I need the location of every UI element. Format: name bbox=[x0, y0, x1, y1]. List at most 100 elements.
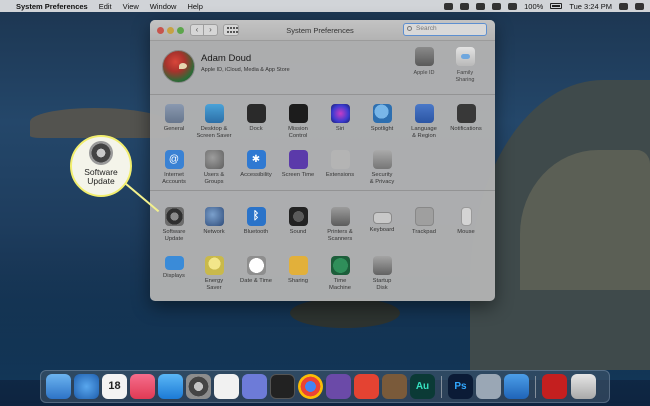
pref-mouse[interactable]: Mouse bbox=[444, 207, 488, 236]
pref-software-update[interactable]: Software Update bbox=[152, 207, 196, 243]
bluetooth-status-icon[interactable] bbox=[492, 2, 502, 10]
pref-siri[interactable]: Siri bbox=[318, 104, 362, 133]
battery-icon[interactable] bbox=[550, 3, 563, 9]
disk-icon bbox=[372, 256, 392, 275]
photoshop-icon[interactable]: Ps bbox=[448, 374, 473, 399]
dropbox-icon[interactable] bbox=[460, 2, 470, 10]
dock: 18 Au Ps bbox=[40, 370, 610, 403]
pref-startup-disk[interactable]: Startup Disk bbox=[360, 256, 404, 292]
pref-desktop[interactable]: Desktop & Screen Saver bbox=[192, 104, 236, 140]
onedrive-icon[interactable] bbox=[504, 374, 529, 399]
language-flag-icon bbox=[414, 104, 434, 123]
system-preferences-icon[interactable] bbox=[186, 374, 211, 399]
pref-dock[interactable]: Dock bbox=[234, 104, 278, 133]
pref-label: General bbox=[163, 126, 185, 132]
battery-percent[interactable]: 100% bbox=[524, 2, 543, 11]
pref-label: Time Machine bbox=[329, 278, 351, 291]
account-name[interactable]: Adam Doud bbox=[201, 53, 251, 64]
trash-icon[interactable] bbox=[571, 374, 596, 399]
pref-time-machine[interactable]: Time Machine bbox=[318, 256, 362, 292]
display-icon bbox=[164, 256, 184, 270]
guitar-icon[interactable] bbox=[382, 374, 407, 399]
finder-icon[interactable] bbox=[46, 374, 71, 399]
pref-label: Printers & Scanners bbox=[327, 229, 353, 242]
pref-sound[interactable]: Sound bbox=[276, 207, 320, 236]
control-list-icon[interactable] bbox=[635, 2, 644, 10]
mouse-icon bbox=[460, 207, 472, 226]
forward-button[interactable]: › bbox=[204, 24, 218, 36]
pref-accessibility[interactable]: ✱ Accessibility bbox=[234, 150, 278, 179]
discord-icon[interactable] bbox=[242, 374, 267, 399]
search-status-icon[interactable] bbox=[619, 2, 628, 10]
menu-app-name[interactable]: System Preferences bbox=[16, 2, 88, 11]
pref-network[interactable]: Network bbox=[192, 207, 236, 236]
pref-internet-accounts[interactable]: @ Internet Accounts bbox=[152, 150, 196, 186]
pref-apple-id[interactable]: Apple ID bbox=[404, 47, 444, 77]
slack-icon[interactable] bbox=[214, 374, 239, 399]
menu-clock[interactable]: Tue 3:24 PM bbox=[569, 2, 612, 11]
safari-icon[interactable] bbox=[74, 374, 99, 399]
accessibility-icon: ✱ bbox=[246, 150, 266, 169]
pref-users-groups[interactable]: Users & Groups bbox=[192, 150, 236, 186]
close-window-button[interactable] bbox=[157, 27, 164, 34]
audition-icon[interactable]: Au bbox=[410, 374, 435, 399]
music-icon[interactable] bbox=[130, 374, 155, 399]
pref-label: Energy Saver bbox=[204, 278, 224, 291]
pref-spotlight[interactable]: Spotlight bbox=[360, 104, 404, 133]
pref-screen-time[interactable]: Screen Time bbox=[276, 150, 320, 179]
pdf-document-icon[interactable] bbox=[542, 374, 567, 399]
app-store-icon[interactable] bbox=[158, 374, 183, 399]
pref-energy-saver[interactable]: Energy Saver bbox=[192, 256, 236, 292]
pref-family-sharing[interactable]: Family Sharing bbox=[445, 47, 485, 84]
pref-date-time[interactable]: Date & Time bbox=[234, 256, 278, 285]
pref-label: Language & Region bbox=[411, 126, 437, 139]
calendar-icon[interactable]: 18 bbox=[102, 374, 127, 399]
wifi-icon[interactable] bbox=[508, 2, 518, 10]
chrome-icon[interactable] bbox=[298, 374, 323, 399]
pref-sharing[interactable]: Sharing bbox=[276, 256, 320, 285]
network-utility-icon[interactable] bbox=[476, 374, 501, 399]
avatar[interactable] bbox=[162, 50, 195, 83]
clock-icon bbox=[246, 256, 266, 275]
zoom-window-button[interactable] bbox=[177, 27, 184, 34]
search-input[interactable]: Search bbox=[403, 23, 487, 36]
back-button[interactable]: ‹ bbox=[190, 24, 204, 36]
bbedit-icon[interactable] bbox=[326, 374, 351, 399]
menu-view[interactable]: View bbox=[123, 2, 139, 11]
creative-cloud-icon[interactable] bbox=[444, 2, 454, 10]
menu-help[interactable]: Help bbox=[187, 2, 202, 11]
pref-extensions[interactable]: Extensions bbox=[318, 150, 362, 179]
show-all-grid-button[interactable] bbox=[223, 24, 239, 36]
minimize-window-button[interactable] bbox=[167, 27, 174, 34]
notifications-icon bbox=[456, 104, 476, 123]
airplay-icon[interactable] bbox=[476, 2, 486, 10]
bluetooth-icon: ᛒ bbox=[246, 207, 266, 226]
pref-printers-scanners[interactable]: Printers & Scanners bbox=[318, 207, 362, 243]
menu-window[interactable]: Window bbox=[150, 2, 177, 11]
pref-general[interactable]: General bbox=[152, 104, 196, 133]
pref-keyboard[interactable]: Keyboard bbox=[360, 207, 404, 234]
menu-edit[interactable]: Edit bbox=[99, 2, 112, 11]
pref-mission-control[interactable]: Mission Control bbox=[276, 104, 320, 140]
status-area: 100% Tue 3:24 PM bbox=[444, 2, 644, 11]
pref-label: Network bbox=[203, 229, 225, 235]
pref-security-privacy[interactable]: Security & Privacy bbox=[360, 150, 404, 186]
pref-trackpad[interactable]: Trackpad bbox=[402, 207, 446, 236]
globe-icon bbox=[204, 207, 224, 226]
apple-id-icon bbox=[414, 47, 434, 66]
pref-displays[interactable]: Displays bbox=[152, 256, 196, 280]
section-divider bbox=[150, 94, 495, 95]
pref-label: Desktop & Screen Saver bbox=[196, 126, 232, 139]
pref-notifications[interactable]: Notifications bbox=[444, 104, 488, 133]
pref-label: Screen Time bbox=[281, 172, 315, 178]
pref-label: Users & Groups bbox=[203, 172, 225, 185]
system-preferences-window: ‹ › System Preferences Search Adam Doud … bbox=[150, 20, 495, 301]
pref-bluetooth[interactable]: ᛒ Bluetooth bbox=[234, 207, 278, 236]
lightbulb-icon bbox=[204, 256, 224, 275]
menu-bar: System Preferences Edit View Window Help… bbox=[0, 0, 650, 12]
activity-monitor-icon[interactable] bbox=[270, 374, 295, 399]
pref-language-region[interactable]: Language & Region bbox=[402, 104, 446, 140]
todoist-icon[interactable] bbox=[354, 374, 379, 399]
time-machine-icon bbox=[330, 256, 350, 275]
pref-label: Spotlight bbox=[370, 126, 394, 132]
